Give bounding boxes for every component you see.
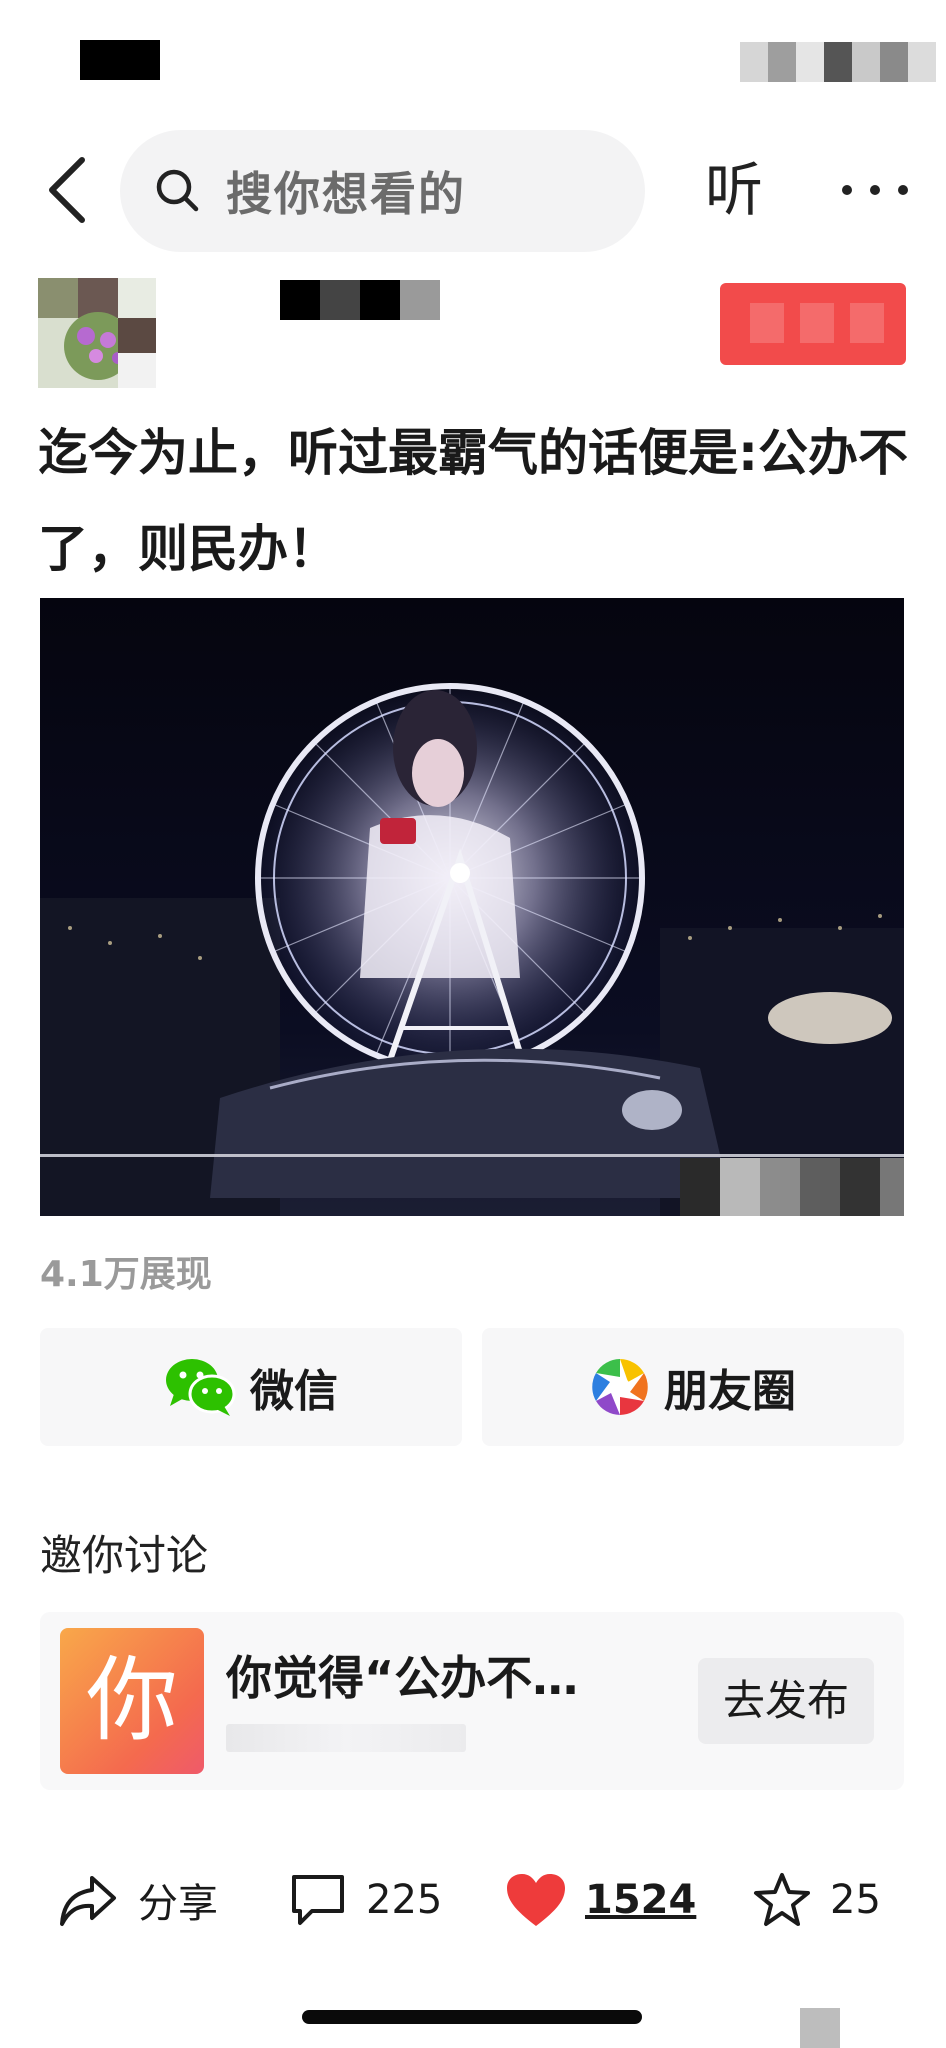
redacted-discussion-subtitle	[226, 1724, 466, 1752]
post-detail-page: 搜你想看的 听 迄今为止，听过最霸气的话便是:公办不了，则民办！ 4.1万展现 …	[0, 0, 946, 2048]
view-count: 4.1万展现	[40, 1254, 212, 1295]
flower-avatar-image	[38, 278, 156, 388]
redacted-author-name	[280, 280, 440, 320]
status-bar	[0, 0, 946, 110]
home-indicator	[302, 2010, 642, 2024]
author-row	[0, 275, 946, 395]
discussion-thumbnail: 你	[60, 1628, 204, 1774]
more-options-button[interactable]	[825, 170, 925, 210]
wechat-icon	[166, 1359, 236, 1416]
discussion-heading: 邀你讨论	[40, 1531, 209, 1580]
comment-action-button[interactable]: 225	[288, 1850, 442, 1950]
share-arrow-icon	[60, 1876, 116, 1926]
wechat-label: 微信	[250, 1366, 338, 1417]
redacted-time	[80, 40, 160, 80]
like-action-button[interactable]: 1524	[505, 1850, 696, 1950]
heart-filled-icon	[507, 1874, 565, 1926]
post-title: 迄今为止，听过最霸气的话便是:公办不了，则民办！	[38, 424, 908, 578]
top-nav-bar: 搜你想看的 听	[0, 120, 946, 260]
discussion-card[interactable]: 你 你觉得“公办不… 去发布	[40, 1612, 904, 1790]
share-moments-button[interactable]: 朋友圈	[482, 1328, 904, 1446]
publish-button[interactable]: 去发布	[698, 1658, 874, 1744]
more-dots-icon	[842, 185, 908, 195]
search-placeholder: 搜你想看的	[226, 167, 466, 221]
favorite-count: 25	[830, 1877, 881, 1923]
author-avatar[interactable]	[38, 278, 156, 388]
comment-bubble-icon	[292, 1875, 344, 1925]
comment-count: 225	[366, 1877, 443, 1923]
search-icon	[156, 169, 199, 212]
moments-aperture-icon	[592, 1359, 648, 1415]
share-wechat-button[interactable]: 微信	[40, 1328, 462, 1446]
share-action-label: 分享	[138, 1881, 218, 1927]
star-outline-icon	[754, 1873, 810, 1926]
like-count: 1524	[585, 1877, 697, 1923]
bottom-action-bar: 分享 225 1524 25	[0, 1850, 946, 1950]
redacted-corner-mark	[800, 2008, 840, 2048]
video-player[interactable]	[40, 598, 904, 1216]
back-button[interactable]	[40, 150, 100, 230]
discussion-prompt: 你觉得“公办不…	[226, 1651, 579, 1705]
redacted-status-icons	[740, 42, 936, 82]
share-action-button[interactable]: 分享	[56, 1850, 218, 1950]
search-input[interactable]: 搜你想看的	[120, 130, 645, 252]
favorite-action-button[interactable]: 25	[752, 1850, 881, 1950]
ferris-wheel-video-frame	[40, 598, 904, 1216]
chevron-left-icon	[49, 157, 85, 223]
moments-label: 朋友圈	[664, 1366, 796, 1417]
listen-button[interactable]: 听	[705, 150, 785, 230]
follow-button[interactable]	[720, 283, 906, 365]
